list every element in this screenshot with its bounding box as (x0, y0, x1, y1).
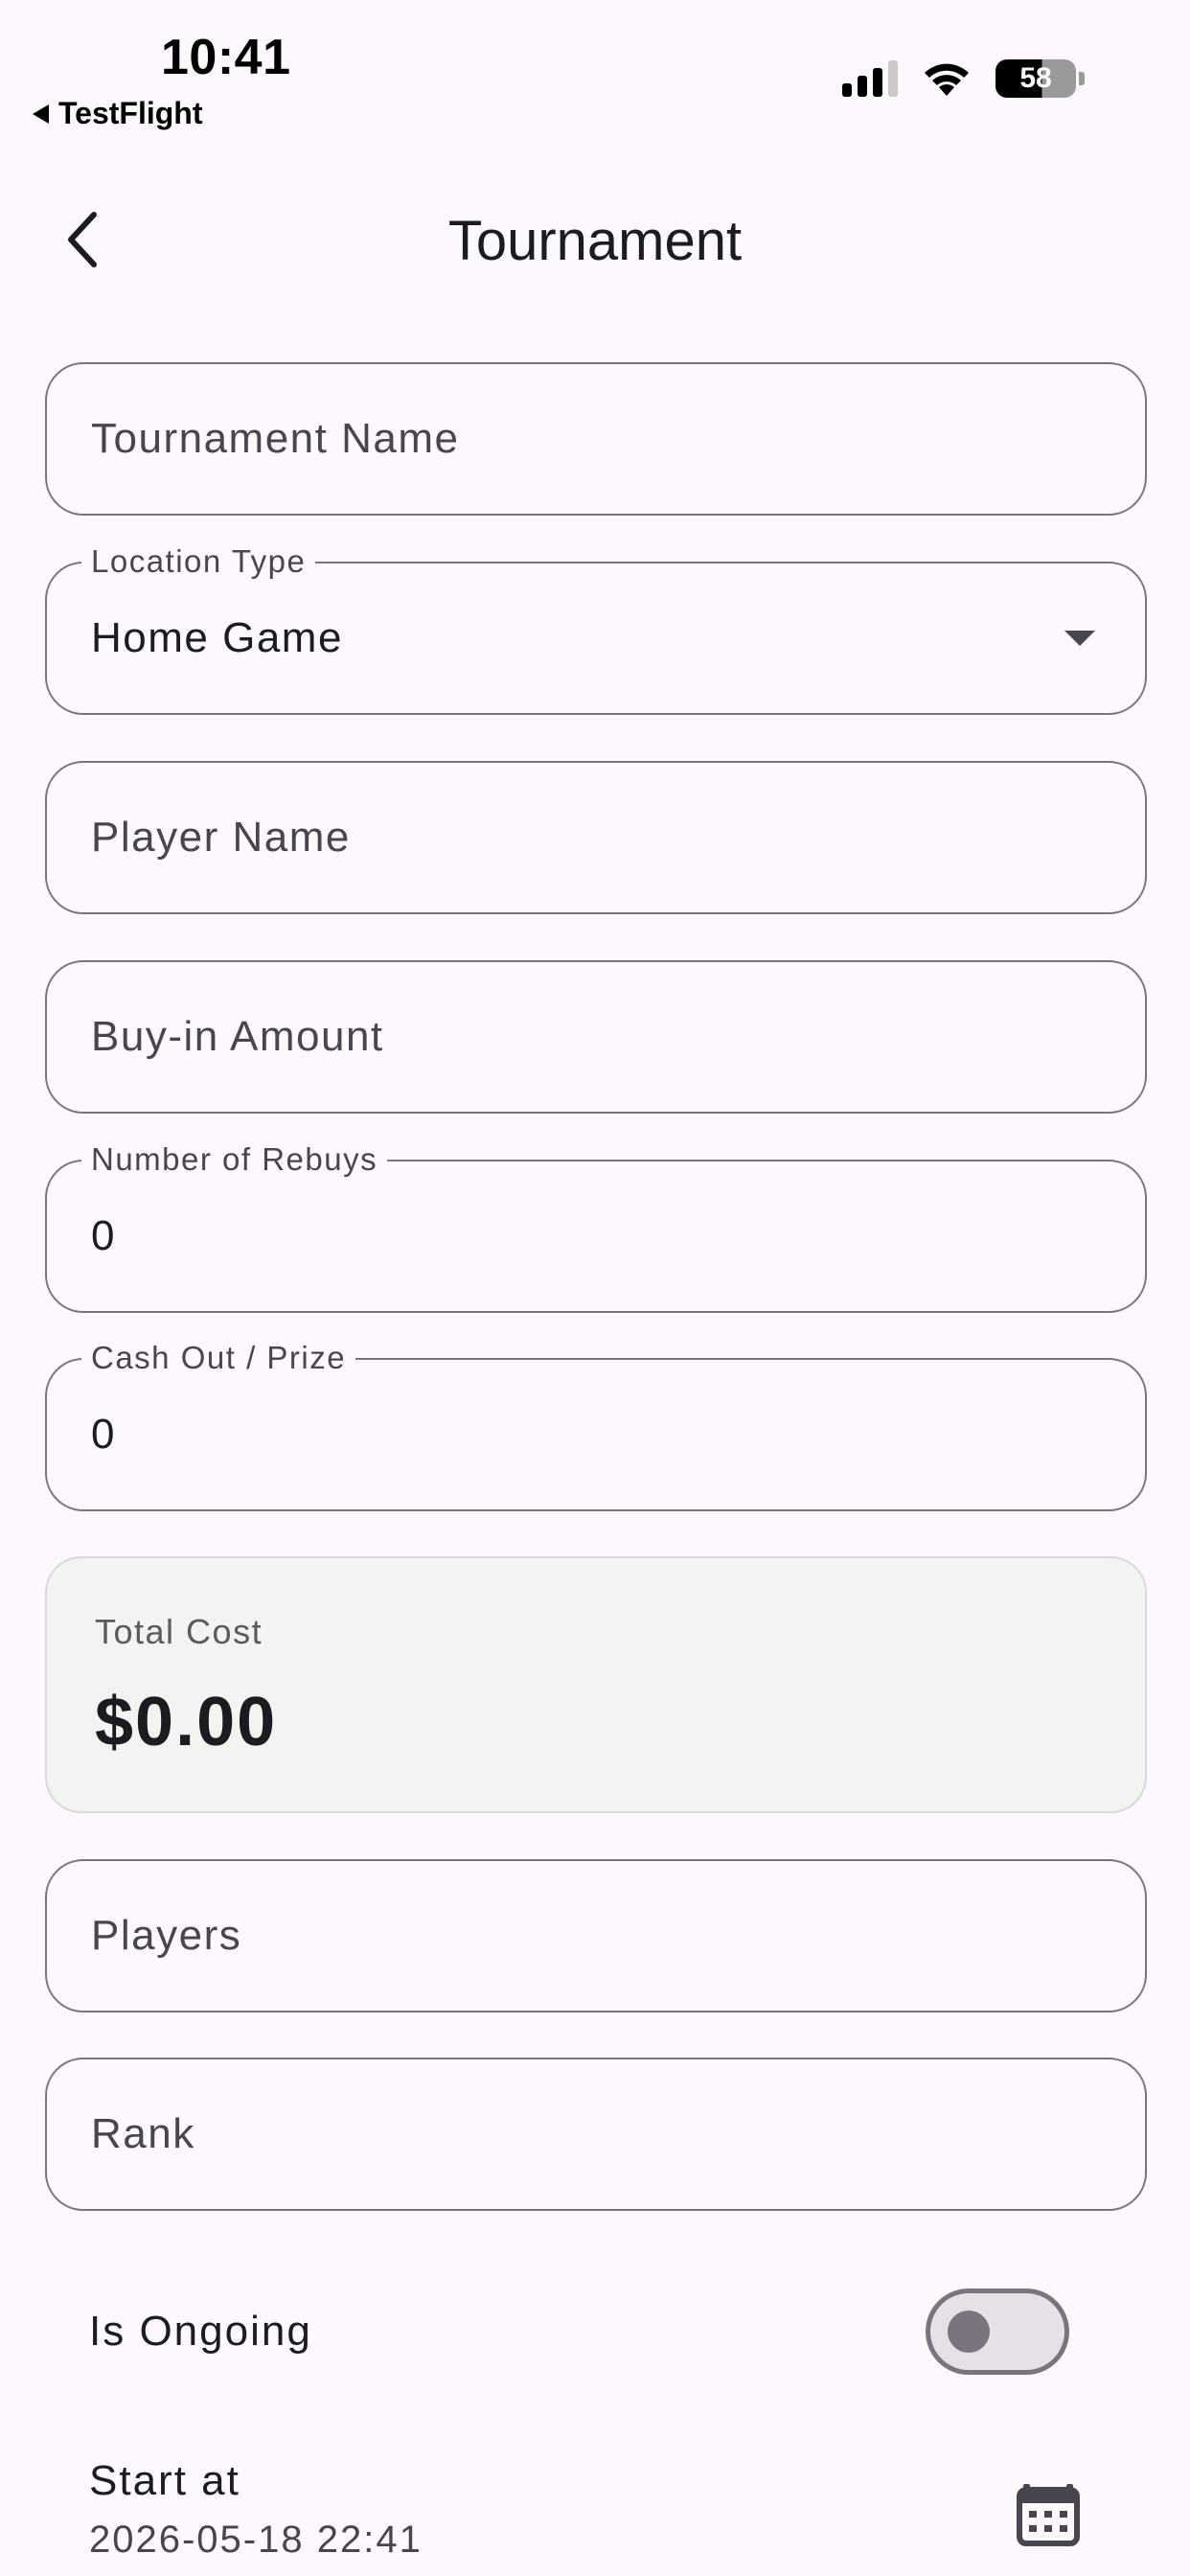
player-name-placeholder: Player Name (91, 814, 351, 861)
is-ongoing-switch[interactable] (926, 2288, 1069, 2375)
wifi-icon (925, 63, 969, 96)
start-at-value: 2026-05-18 22:41 (89, 2518, 423, 2561)
tournament-name-field[interactable]: Tournament Name (45, 362, 1147, 516)
tournament-name-placeholder: Tournament Name (91, 415, 460, 462)
back-to-testflight[interactable]: TestFlight (33, 96, 203, 131)
players-placeholder: Players (91, 1912, 242, 1959)
player-name-field[interactable]: Player Name (45, 761, 1147, 914)
cash-out-prize-label: Cash Out / Prize (81, 1339, 356, 1377)
number-of-rebuys-label: Number of Rebuys (81, 1140, 388, 1179)
start-at-label: Start at (89, 2457, 240, 2504)
buy-in-amount-placeholder: Buy-in Amount (91, 1013, 384, 1060)
total-cost-value: $0.00 (95, 1684, 278, 1760)
number-of-rebuys-value: 0 (91, 1212, 116, 1259)
calendar-icon (1017, 2484, 1080, 2546)
cash-out-prize-field[interactable]: Cash Out / Prize 0 (45, 1339, 1147, 1511)
rank-field[interactable]: Rank (45, 2058, 1147, 2211)
location-type-label: Location Type (81, 542, 316, 581)
is-ongoing-label: Is Ongoing (89, 2308, 312, 2355)
switch-thumb (948, 2311, 990, 2353)
cellular-signal-icon (842, 60, 898, 97)
cash-out-prize-value: 0 (91, 1411, 116, 1458)
status-time: 10:41 (161, 30, 291, 85)
buy-in-amount-field[interactable]: Buy-in Amount (45, 960, 1147, 1114)
players-field[interactable]: Players (45, 1859, 1147, 2012)
status-indicators: 58 (842, 59, 1085, 98)
rank-placeholder: Rank (91, 2110, 195, 2157)
location-type-value: Home Game (91, 614, 343, 661)
location-type-dropdown[interactable]: Location Type Home Game (45, 542, 1147, 715)
total-cost-card: Total Cost $0.00 (45, 1556, 1147, 1813)
back-triangle-icon (33, 104, 49, 124)
calendar-button[interactable] (1014, 2478, 1083, 2547)
battery-icon: 58 (995, 59, 1085, 98)
back-app-label: TestFlight (58, 96, 203, 130)
total-cost-label: Total Cost (95, 1612, 263, 1651)
battery-level: 58 (1019, 62, 1052, 94)
page-title: Tournament (447, 210, 743, 272)
number-of-rebuys-field[interactable]: Number of Rebuys 0 (45, 1140, 1147, 1313)
arrow-drop-down-icon (1064, 631, 1095, 646)
